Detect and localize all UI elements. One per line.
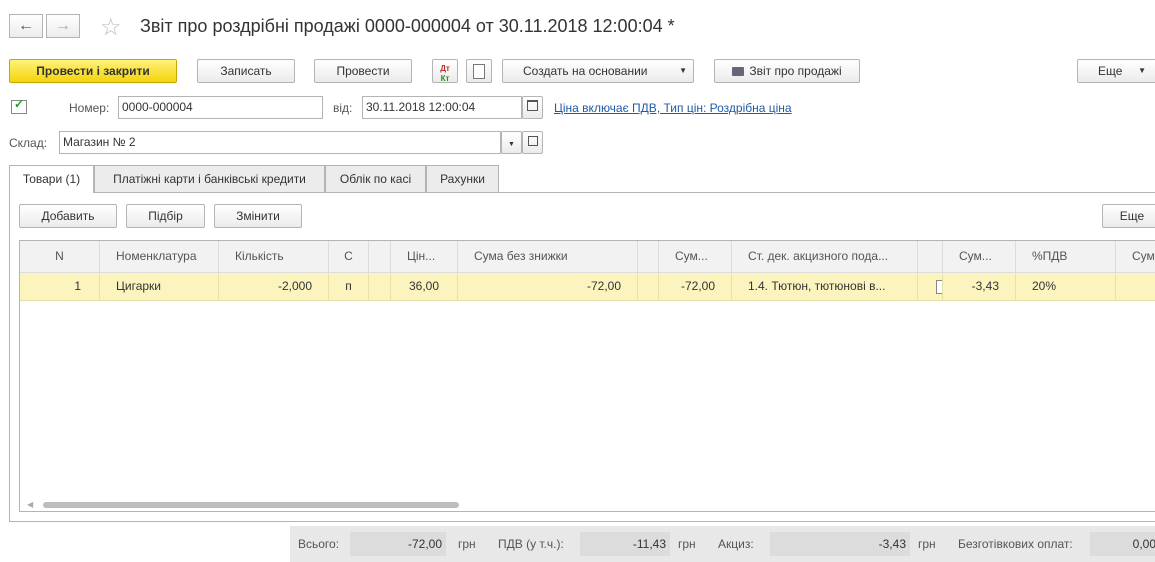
table-cell-sum[interactable]: -72,00 [659,273,732,301]
totals-footer: Всього: -72,00 грн ПДВ (у т.ч.): -11,43 … [290,526,1155,562]
sales-report-button[interactable]: Звіт про продажі [714,59,860,83]
create-based-on-button[interactable]: Создать на основании ▼ [502,59,694,83]
back-button[interactable]: ← [9,14,43,38]
total-label: Всього: [298,537,340,551]
tab-accounts[interactable]: Рахунки [426,165,499,192]
column-header[interactable]: Цін... [391,241,458,273]
chevron-down-icon: ▼ [1138,66,1146,75]
column-header[interactable]: Сума без знижки [458,241,638,273]
document-icon [473,64,485,79]
horizontal-scrollbar[interactable]: ◀ [19,500,1155,510]
dt-kt-button[interactable]: Дт Кт [432,59,458,83]
column-header[interactable]: Кількість [219,241,329,273]
tab-payment-cards[interactable]: Платіжні карти і банківські кредити [94,165,325,192]
column-header[interactable]: Сум... [659,241,732,273]
column-header[interactable]: N [20,241,100,273]
select-button[interactable]: Підбір [126,204,205,228]
table-cell-quantity[interactable]: -2,000 [219,273,329,301]
dt-kt-icon: Дт Кт [440,64,450,83]
warehouse-field[interactable]: Магазин № 2 [59,131,501,154]
warehouse-label: Склад: [9,136,48,150]
table-cell-excise-article[interactable]: 1.4. Тютюн, тютюнові в... [732,273,918,301]
column-header[interactable]: С [329,241,369,273]
table-cell-unit[interactable]: п [329,273,369,301]
arrow-left-icon: ← [18,17,34,34]
warehouse-open-button[interactable] [522,131,543,154]
table-cell-sum-no-discount[interactable]: -72,00 [458,273,638,301]
post-and-close-button[interactable]: Провести і закрити [9,59,177,83]
total-value: -72,00 [350,532,446,556]
checkbox-icon[interactable] [936,280,942,294]
table-cell-vat-sum[interactable] [1116,273,1155,301]
posted-status-icon: ✓ [11,97,27,114]
table-cell-n[interactable]: 1 [20,273,100,301]
scrollbar-thumb[interactable] [43,502,459,508]
arrow-right-icon: → [55,17,71,34]
table-cell-excise-sum[interactable]: -3,43 [943,273,1016,301]
excise-label: Акциз: [718,537,754,551]
column-header[interactable]: Сум [1116,241,1155,273]
currency-label: грн [458,537,476,551]
column-header[interactable] [638,241,659,273]
date-label: від: [333,101,353,115]
date-field[interactable]: 30.11.2018 12:00:04 [362,96,522,119]
table-cell[interactable] [638,273,659,301]
table-cell-checkbox[interactable] [918,273,943,301]
vat-value: -11,43 [580,532,670,556]
cashless-label: Безготівкових оплат: [958,537,1073,551]
table-more-button[interactable]: Еще [1102,204,1155,228]
table-cell-item[interactable]: Цигарки [100,273,219,301]
cashless-value: 0,00 [1090,532,1155,556]
table-cell-vat-rate[interactable]: 20% [1016,273,1116,301]
chevron-down-icon: ▼ [508,141,515,148]
printer-icon [732,67,745,76]
chevron-down-icon: ▼ [679,66,687,75]
vat-label: ПДВ (у т.ч.): [498,537,564,551]
column-header[interactable]: Сум... [943,241,1016,273]
currency-label: грн [918,537,936,551]
tab-goods[interactable]: Товари (1) [9,165,94,193]
excise-value: -3,43 [770,532,910,556]
price-settings-link[interactable]: Ціна включає ПДВ, Тип цін: Роздрібна цін… [554,101,792,115]
star-icon[interactable]: ☆ [100,13,122,42]
save-button[interactable]: Записать [197,59,295,83]
more-button[interactable]: Еще ▼ [1077,59,1155,83]
scroll-left-icon[interactable]: ◀ [27,500,33,509]
number-label: Номер: [69,101,110,115]
column-header[interactable]: Ст. дек. акцизного пода... [732,241,918,273]
warehouse-dropdown-button[interactable]: ▼ [501,131,522,154]
document-button[interactable] [466,59,492,83]
table-cell[interactable] [369,273,391,301]
number-field[interactable]: 0000-000004 [118,96,323,119]
table-cell-price[interactable]: 36,00 [391,273,458,301]
page-title: Звіт про роздрібні продажі 0000-000004 о… [140,16,675,36]
tab-cash-accounting[interactable]: Облік по касі [325,165,426,192]
goods-table[interactable]: N Номенклатура Кількість С Цін... Сума б… [19,240,1155,512]
column-header[interactable] [369,241,391,273]
open-icon [527,136,538,146]
add-button[interactable]: Добавить [19,204,117,228]
post-button[interactable]: Провести [314,59,412,83]
change-button[interactable]: Змінити [214,204,302,228]
calendar-icon [527,100,538,111]
column-header[interactable]: %ПДВ [1016,241,1116,273]
calendar-button[interactable] [522,96,543,119]
forward-button[interactable]: → [46,14,80,38]
column-header[interactable] [918,241,943,273]
currency-label: грн [678,537,696,551]
column-header[interactable]: Номенклатура [100,241,219,273]
